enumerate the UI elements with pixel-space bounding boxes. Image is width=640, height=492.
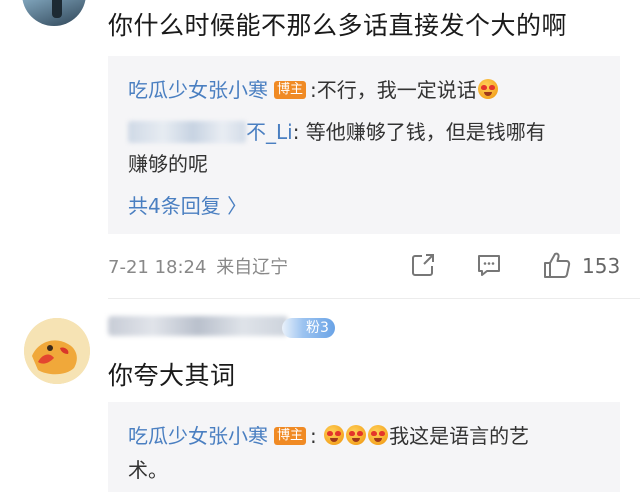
reply-author-link[interactable]: 吃瓜少女张小寒 [128,78,268,102]
avatar[interactable] [24,318,90,384]
blogger-badge: 博主 [274,81,307,99]
reply-text-continued: 赚够的呢 [128,152,208,176]
reply-text: 我这是语言的艺 [389,424,530,448]
comment-text: 你什么时候能不那么多话直接发个大的啊 [108,11,568,40]
reply-author-link[interactable]: 不_Li [246,120,293,144]
share-icon[interactable] [410,252,436,278]
comment-text: 你夸大其词 [108,361,236,390]
fan-level-badge: 粉3 [282,318,335,338]
reply-text-prefix: : [310,424,317,448]
blurred-username [128,121,246,143]
reply-text: :不行，我一定说话 [310,78,477,102]
blurred-username[interactable] [108,316,288,336]
like-icon[interactable] [542,250,572,280]
like-count: 153 [582,254,621,278]
reply-item[interactable]: 不_Li: 等他赚够了钱，但是钱哪有 [128,116,546,145]
comment-meta: 7-21 18:24 来自辽宁 [108,253,288,279]
heart-eyes-emoji-icon [368,425,389,445]
divider [108,298,640,299]
reply-text-continued: 术。 [128,458,168,482]
comment-location: 来自辽宁 [216,257,289,278]
heart-eyes-emoji-icon [324,425,345,445]
avatar[interactable] [22,0,86,26]
reply-item[interactable]: 吃瓜少女张小寒 博主:不行，我一定说话 [128,74,499,103]
heart-eyes-emoji-icon [346,425,367,445]
heart-eyes-emoji-icon [477,79,498,99]
reply-author-link[interactable]: 吃瓜少女张小寒 [128,424,268,448]
comment-icon[interactable] [476,252,502,278]
reply-box[interactable]: 吃瓜少女张小寒 博主:不行，我一定说话 不_Li: 等他赚够了钱，但是钱哪有 赚够… [108,56,620,234]
comment-date: 7-21 18:24 [108,257,207,278]
reply-box[interactable]: 吃瓜少女张小寒 博主: 我这是语言的艺 术。 [108,402,620,492]
reply-text: : 等他赚够了钱，但是钱哪有 [292,120,546,144]
blogger-badge: 博主 [274,427,307,445]
view-more-replies-link[interactable]: 共4条回复 〉 [128,190,247,219]
reply-item[interactable]: 吃瓜少女张小寒 博主: 我这是语言的艺 [128,420,529,449]
